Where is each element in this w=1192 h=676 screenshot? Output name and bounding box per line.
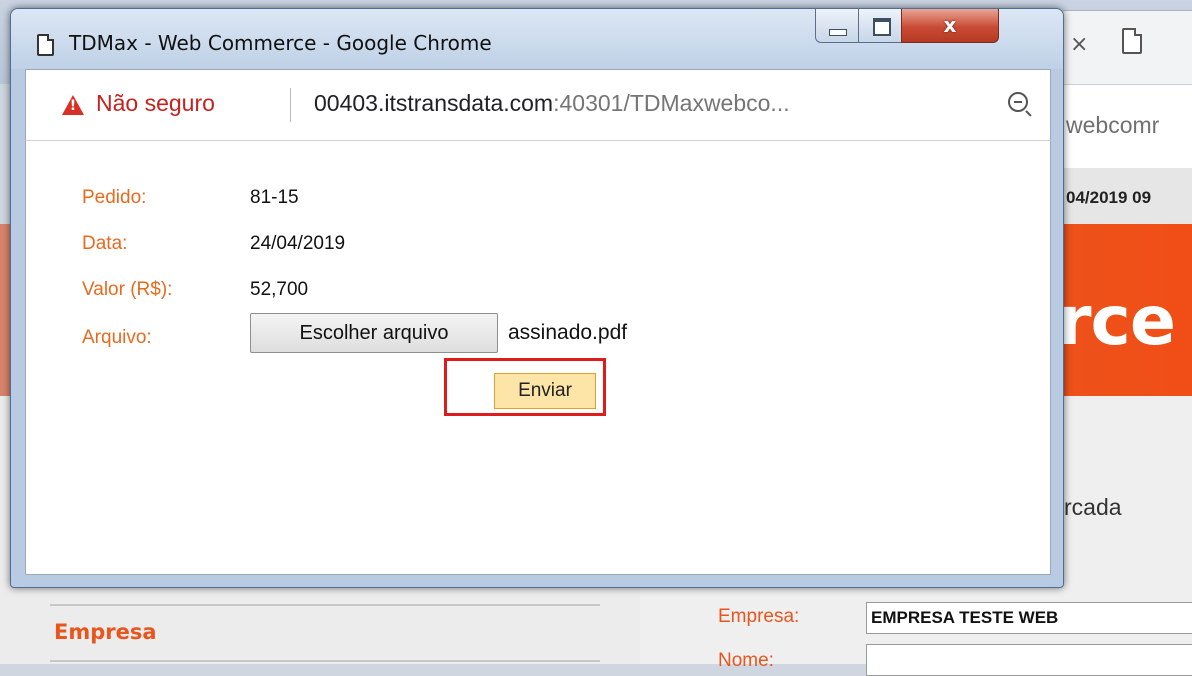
background-url-text: webcomr [1066, 112, 1160, 138]
zoom-icon[interactable] [1008, 92, 1028, 112]
background-tab-close-icon[interactable]: × [1070, 32, 1088, 57]
maximize-icon [873, 18, 891, 36]
popup-titlebar[interactable]: TDMax - Web Commerce - Google Chrome x [11, 9, 1063, 69]
pedido-label: Pedido: [82, 187, 147, 208]
close-button[interactable]: x [901, 9, 999, 43]
warning-exclamation: ! [69, 98, 77, 114]
window-title: TDMax - Web Commerce - Google Chrome [69, 31, 492, 55]
choose-file-button[interactable]: Escolher arquivo [250, 313, 498, 353]
background-nome-label: Nome: [718, 650, 774, 671]
background-sidebar-empresa[interactable]: Empresa [54, 620, 157, 644]
maximize-button[interactable] [858, 9, 902, 43]
background-tab-page-icon [1122, 28, 1142, 54]
arquivo-label: Arquivo: [82, 327, 152, 348]
valor-label: Valor (R$): [82, 279, 173, 300]
background-banner-text: rce [1058, 282, 1176, 361]
not-secure-label[interactable]: Não seguro [96, 90, 215, 117]
background-sidebar-divider [50, 604, 600, 606]
selected-file-name: assinado.pdf [508, 321, 628, 344]
url-text[interactable]: 00403.itstransdata.com:40301/TDMaxwebco.… [314, 90, 790, 117]
background-marcada-text: rcada [1064, 494, 1122, 520]
background-empresa-label: Empresa: [718, 606, 800, 627]
background-date-text: 04/2019 09 [1066, 188, 1152, 207]
popup-window: TDMax - Web Commerce - Google Chrome x !… [10, 8, 1064, 588]
pedido-value: 81-15 [250, 187, 299, 208]
background-empresa-field[interactable]: EMPRESA TESTE WEB [866, 602, 1192, 634]
page-icon [37, 34, 54, 56]
background-nome-field[interactable] [866, 644, 1192, 676]
minimize-button[interactable] [815, 9, 859, 43]
url-host: 00403.itstransdata.com [314, 90, 554, 116]
url-path: :40301/TDMaxwebco... [553, 90, 790, 116]
close-icon: x [943, 13, 957, 37]
data-value: 24/04/2019 [250, 233, 346, 254]
minimize-icon [829, 29, 847, 36]
address-divider [290, 88, 291, 122]
highlight-annotation [444, 358, 606, 416]
address-bar[interactable]: ! Não seguro 00403.itstransdata.com:4030… [25, 69, 1051, 141]
data-label: Data: [82, 233, 128, 254]
valor-value: 52,700 [250, 279, 309, 300]
background-sidebar-divider [50, 660, 600, 662]
